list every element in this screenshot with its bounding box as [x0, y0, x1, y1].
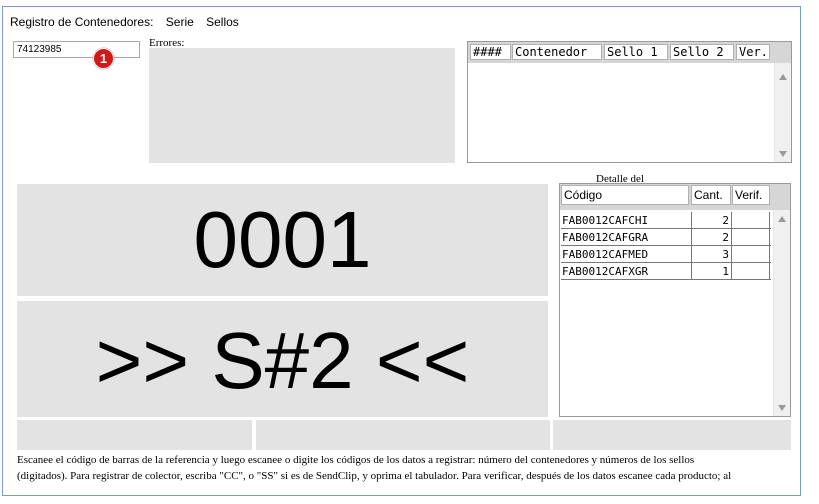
menu-title: Registro de Contenedores: [10, 15, 154, 29]
menu-item-serie[interactable]: Serie [166, 15, 194, 29]
row-verif [732, 263, 770, 280]
column-header-contenedor[interactable]: Contenedor [512, 44, 602, 60]
row-code: FAB0012CAFMED [562, 248, 649, 261]
row-qty: 1 [691, 263, 732, 280]
barcode-input[interactable] [13, 41, 140, 58]
count-display: 0001 [17, 184, 548, 296]
status-box-2 [256, 420, 550, 450]
slot-display: >> S#2 << [17, 301, 548, 417]
detail-list[interactable]: Código Cant. Verif. FAB0012CAFCHI 2 FAB0… [559, 183, 791, 417]
instructions-line-2: (digitados). Para registrar de colector,… [17, 470, 732, 482]
row-verif [732, 212, 770, 229]
table-row[interactable]: FAB0012CAFGRA 2 [561, 229, 771, 246]
row-verif [732, 246, 770, 263]
row-qty: 3 [691, 246, 732, 263]
instructions-line-1: Escanee el código de barras de la refere… [17, 454, 695, 466]
column-header-number[interactable]: #### [470, 44, 511, 60]
scroll-up-icon[interactable] [778, 216, 786, 222]
table-row[interactable]: FAB0012CAFMED 3 [561, 246, 771, 263]
table-row[interactable]: FAB0012CAFCHI 2 [561, 212, 771, 229]
row-code: FAB0012CAFXGR [562, 265, 649, 278]
containers-list[interactable]: #### Contenedor Sello 1 Sello 2 Ver. [467, 41, 792, 163]
column-header-sello1[interactable]: Sello 1 [604, 44, 668, 60]
row-qty: 2 [691, 212, 732, 229]
scroll-down-icon[interactable] [778, 405, 786, 411]
table-row[interactable]: FAB0012CAFXGR 1 [561, 263, 771, 280]
row-code: FAB0012CAFCHI [562, 214, 649, 227]
containers-list-header: #### Contenedor Sello 1 Sello 2 Ver. [468, 42, 791, 63]
row-verif [732, 229, 770, 246]
step-badge: 1 [93, 48, 114, 69]
row-qty: 2 [691, 229, 732, 246]
detail-list-header: Código Cant. Verif. [560, 184, 790, 210]
scroll-down-icon[interactable] [779, 151, 787, 157]
row-code: FAB0012CAFGRA [562, 231, 649, 244]
status-box-1 [17, 420, 252, 450]
column-header-sello2[interactable]: Sello 2 [670, 44, 734, 60]
scroll-up-icon[interactable] [779, 74, 787, 80]
detail-scrollbar[interactable] [773, 210, 790, 416]
containers-scrollbar[interactable] [774, 63, 791, 162]
instructions-text: Escanee el código de barras de la refere… [17, 452, 797, 494]
column-header-ver[interactable]: Ver. [736, 44, 770, 60]
errors-box [149, 48, 455, 163]
menu-bar: Registro de Contenedores: Serie Sellos [10, 15, 248, 29]
menu-item-sellos[interactable]: Sellos [206, 15, 239, 29]
column-header-codigo[interactable]: Código [561, 185, 689, 205]
column-header-verif[interactable]: Verif. [732, 185, 770, 205]
column-header-cant[interactable]: Cant. [691, 185, 731, 205]
status-box-3 [553, 420, 791, 450]
